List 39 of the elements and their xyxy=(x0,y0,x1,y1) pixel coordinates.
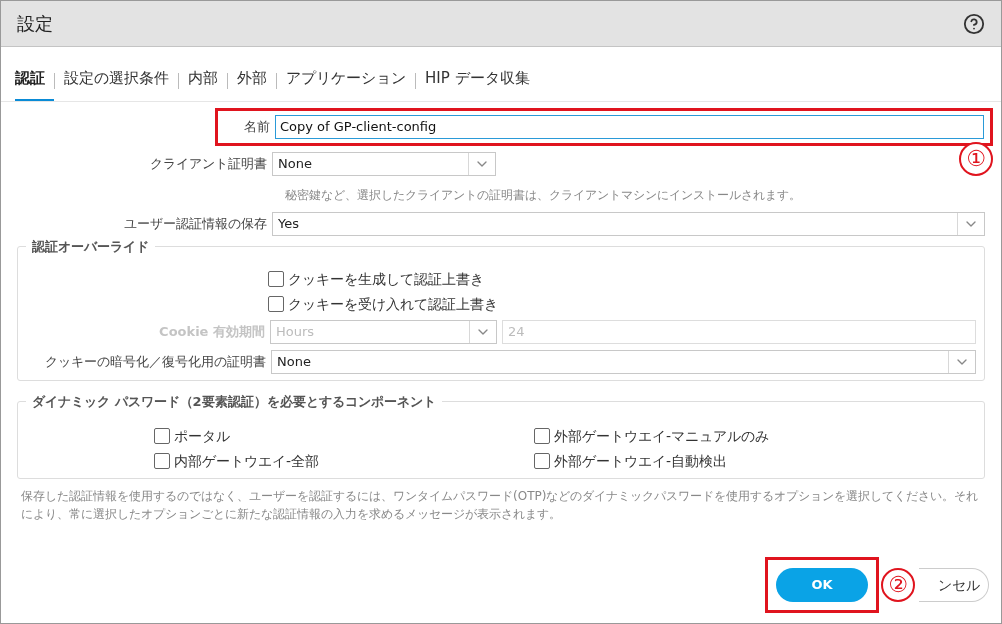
dropdown-value: Yes xyxy=(277,214,300,233)
checkbox[interactable] xyxy=(268,271,284,287)
dropdown[interactable]: None xyxy=(271,349,976,374)
annotation-number: ② xyxy=(881,568,915,602)
checkbox-label: 外部ゲートウエイ-自動検出 xyxy=(554,451,728,471)
tab[interactable]: 外部 xyxy=(228,67,276,101)
checkbox-label: 外部ゲートウエイ-マニュアルのみ xyxy=(554,426,770,446)
dropdown[interactable]: None xyxy=(272,151,496,176)
checkbox-label: 内部ゲートウエイ-全部 xyxy=(174,451,320,471)
dropdown-value: Hours xyxy=(274,322,316,341)
section-legend: 認証オーバーライド xyxy=(26,236,155,256)
dropdown[interactable]: Yes xyxy=(272,211,985,236)
cancel-button[interactable]: ンセル xyxy=(919,568,989,602)
field-label: ユーザー認証情報の保存 xyxy=(123,214,267,233)
checkbox[interactable] xyxy=(154,453,170,469)
help-icon[interactable] xyxy=(963,12,985,35)
note-text: 保存した認証情報を使用するのではなく、ユーザーを認証するには、ワンタイムパスワード(OTP)などのダイナミックパスワードを使用するオプションを選択してください。それにより、常に選択したオプションごとに新たな認証情報の入力を求めるメッセージが表示されます。 xyxy=(21,487,980,523)
text-field[interactable]: Copy of GP-client-config xyxy=(275,114,984,139)
field-label: クッキーの暗号化／復号化用の証明書 xyxy=(44,352,266,371)
tab[interactable]: 設定の選択条件 xyxy=(55,67,178,101)
checkbox[interactable] xyxy=(534,453,550,469)
tab[interactable]: アプリケーション xyxy=(277,67,415,101)
tab[interactable]: HIP データ収集 xyxy=(416,67,539,101)
field-label: Cookie 有効期間 xyxy=(158,322,265,341)
annotation-number: ① xyxy=(959,141,993,176)
window-title: 設定 xyxy=(17,12,53,36)
checkbox-label: クッキーを生成して認証上書き xyxy=(288,269,484,289)
hint-text: 秘密鍵など、選択したクライアントの証明書は、クライアントマシンにインストールされます。 xyxy=(285,187,801,202)
checkbox-label: ポータル xyxy=(174,426,230,446)
dropdown-value: None xyxy=(276,352,312,371)
checkbox[interactable] xyxy=(268,296,284,312)
field-label: 名前 xyxy=(243,117,270,136)
checkbox[interactable] xyxy=(534,428,550,444)
checkbox[interactable] xyxy=(154,428,170,444)
tab[interactable]: 内部 xyxy=(179,67,227,101)
dropdown-value: None xyxy=(277,154,313,173)
section-legend: ダイナミック パスワード（2要素認証）を必要とするコンポーネント xyxy=(26,391,442,411)
field-label: クライアント証明書 xyxy=(149,154,267,173)
checkbox-label: クッキーを受け入れて認証上書き xyxy=(288,294,498,314)
